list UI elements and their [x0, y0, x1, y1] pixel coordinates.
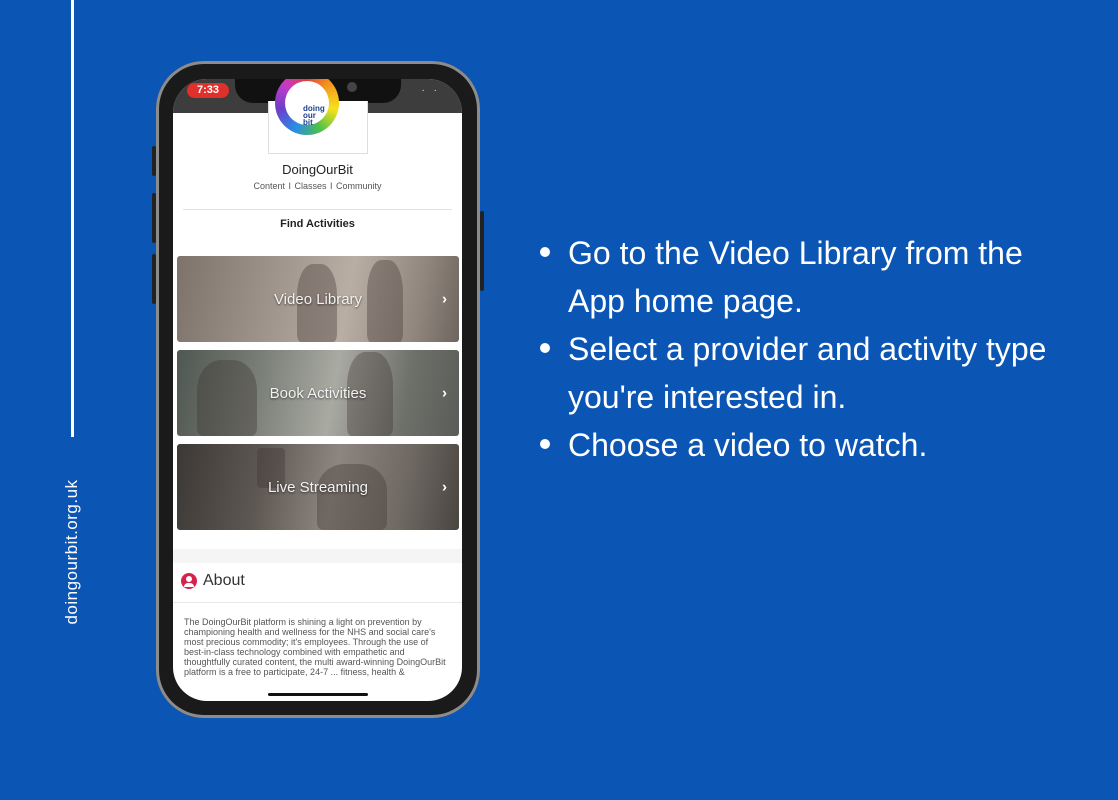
phone-screen: 7:33 · · doing our bit DoingOurBit Conte… — [173, 79, 462, 701]
bullet-icon — [540, 247, 550, 257]
bullet-icon — [540, 439, 550, 449]
vertical-divider-line — [71, 0, 74, 437]
logo-wordmark: doing our bit — [303, 104, 325, 127]
tile-label: Book Activities — [269, 384, 367, 402]
live-streaming-tile[interactable]: Live Streaming › — [177, 444, 459, 530]
section-separator — [173, 549, 462, 563]
chevron-right-icon: › — [442, 478, 447, 496]
user-circle-icon — [181, 573, 197, 589]
about-header: About — [181, 572, 245, 590]
divider — [173, 602, 462, 603]
bullet-icon — [540, 343, 550, 353]
book-activities-tile[interactable]: Book Activities › — [177, 350, 459, 436]
site-url[interactable]: doingourbit.org.uk — [62, 479, 82, 624]
instruction-item: Select a provider and activity type you'… — [540, 325, 1080, 421]
phone-side-button — [152, 146, 156, 176]
chevron-right-icon: › — [442, 384, 447, 402]
instruction-item: Choose a video to watch. — [540, 421, 1080, 469]
home-indicator[interactable] — [268, 693, 368, 696]
phone-volume-down-button — [152, 254, 156, 304]
status-time: 7:33 — [187, 83, 229, 98]
section-title: Find Activities — [280, 218, 355, 230]
phone-mockup: 7:33 · · doing our bit DoingOurBit Conte… — [152, 61, 484, 718]
chevron-right-icon: › — [442, 290, 447, 308]
tile-label: Video Library — [273, 290, 363, 308]
instruction-item: Go to the Video Library from the App hom… — [540, 229, 1080, 325]
status-icons: · · — [421, 85, 440, 96]
camera-icon — [347, 82, 357, 92]
app-name: DoingOurBit — [282, 162, 353, 177]
instructions-list: Go to the Video Library from the App hom… — [540, 229, 1080, 469]
tile-label: Live Streaming — [267, 478, 369, 496]
about-text: The DoingOurBit platform is shining a li… — [184, 617, 446, 677]
phone-power-button — [480, 211, 484, 291]
app-tagline: Content I Classes I Community — [253, 181, 382, 191]
app-logo: doing our bit — [268, 79, 368, 154]
phone-volume-up-button — [152, 193, 156, 243]
divider — [183, 209, 452, 210]
video-library-tile[interactable]: Video Library › — [177, 256, 459, 342]
about-title: About — [203, 572, 245, 589]
